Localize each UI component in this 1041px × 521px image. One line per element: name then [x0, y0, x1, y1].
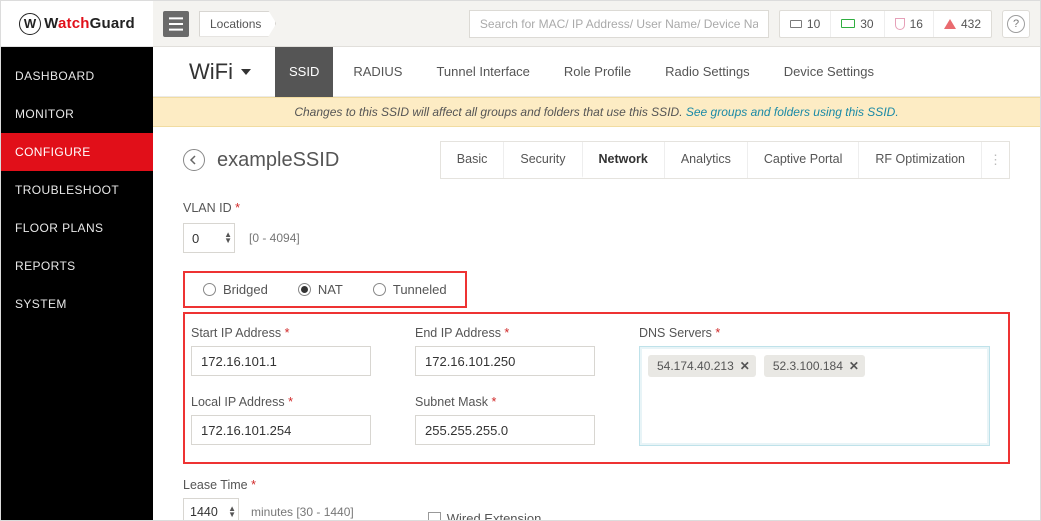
topbar: Locations 10 30 16 432 ?	[153, 1, 1040, 47]
menu-icon[interactable]	[163, 11, 189, 37]
banner-link[interactable]: See groups and folders using this SSID.	[686, 105, 899, 119]
local-ip-input[interactable]	[191, 415, 371, 445]
end-ip-input[interactable]	[415, 346, 595, 376]
client-icon	[841, 19, 855, 28]
checkbox-icon	[428, 512, 441, 520]
back-button[interactable]	[183, 149, 205, 171]
subnet-label: Subnet Mask *	[415, 395, 625, 409]
tab-security[interactable]: Security	[503, 142, 581, 178]
logo-icon: W	[19, 13, 41, 35]
start-ip-label: Start IP Address *	[191, 326, 401, 340]
section-title[interactable]: WiFi	[189, 59, 251, 85]
stat-shield[interactable]: 16	[884, 11, 933, 37]
dns-label: DNS Servers *	[639, 326, 990, 340]
device-stats: 10 30 16 432	[779, 10, 992, 38]
vlan-input[interactable]: 0 ▲▼	[183, 223, 235, 253]
lease-label: Lease Time *	[183, 478, 354, 492]
ssid-tabs: Basic Security Network Analytics Captive…	[440, 141, 1010, 179]
page-title: exampleSSID	[217, 149, 339, 172]
tab-network[interactable]: Network	[582, 142, 664, 178]
ap-icon	[790, 20, 802, 28]
radio-bridged[interactable]: Bridged	[203, 282, 268, 297]
subtab-radius[interactable]: RADIUS	[339, 47, 416, 97]
dns-chip: 54.174.40.213✕	[648, 355, 756, 377]
subtab-tunnel[interactable]: Tunnel Interface	[422, 47, 543, 97]
sidebar: W WatchGuard DASHBOARD MONITOR CONFIGURE…	[1, 1, 153, 520]
radio-tunneled[interactable]: Tunneled	[373, 282, 447, 297]
nat-settings-group: Start IP Address * End IP Address * DNS …	[183, 312, 1010, 464]
remove-icon[interactable]: ✕	[849, 359, 859, 373]
remove-icon[interactable]: ✕	[740, 359, 750, 373]
search-box	[469, 10, 769, 38]
section-bar: WiFi SSID RADIUS Tunnel Interface Role P…	[153, 47, 1040, 97]
lease-input[interactable]: 1440 ▲▼	[183, 498, 239, 520]
tab-analytics[interactable]: Analytics	[664, 142, 747, 178]
page-header: exampleSSID Basic Security Network Analy…	[183, 141, 1010, 179]
tab-more[interactable]: ⋮	[981, 142, 1009, 178]
stat-aps[interactable]: 10	[780, 11, 830, 37]
help-icon: ?	[1007, 15, 1025, 33]
main: Locations 10 30 16 432 ? WiFi SSID RADIU…	[153, 1, 1040, 520]
sidebar-nav: DASHBOARD MONITOR CONFIGURE TROUBLESHOOT…	[1, 47, 153, 323]
help-button[interactable]: ?	[1002, 10, 1030, 38]
tab-rfoptimization[interactable]: RF Optimization	[858, 142, 981, 178]
info-banner: Changes to this SSID will affect all gro…	[153, 97, 1040, 127]
stat-clients[interactable]: 30	[830, 11, 883, 37]
dns-input[interactable]: 54.174.40.213✕ 52.3.100.184✕	[639, 346, 990, 446]
end-ip-label: End IP Address *	[415, 326, 625, 340]
start-ip-input[interactable]	[191, 346, 371, 376]
logo: W WatchGuard	[1, 1, 153, 47]
tab-basic[interactable]: Basic	[441, 142, 504, 178]
lease-row: Lease Time * 1440 ▲▼ minutes [30 - 1440]…	[183, 478, 1010, 520]
arrow-left-icon	[189, 155, 199, 165]
wired-extension-checkbox[interactable]: Wired Extension	[428, 511, 542, 520]
nat-mode-group: Bridged NAT Tunneled	[183, 271, 467, 308]
search-input[interactable]	[469, 10, 769, 38]
sidebar-item-configure[interactable]: CONFIGURE	[1, 133, 153, 171]
stat-alerts[interactable]: 432	[933, 11, 991, 37]
alert-icon	[944, 19, 956, 29]
content: exampleSSID Basic Security Network Analy…	[153, 127, 1040, 520]
sidebar-item-troubleshoot[interactable]: TROUBLESHOOT	[1, 171, 153, 209]
lease-hint: minutes [30 - 1440]	[251, 505, 354, 519]
dns-chip: 52.3.100.184✕	[764, 355, 865, 377]
subtab-device[interactable]: Device Settings	[770, 47, 888, 97]
app-root: W WatchGuard DASHBOARD MONITOR CONFIGURE…	[0, 0, 1041, 521]
local-ip-label: Local IP Address *	[191, 395, 401, 409]
vlan-label: VLAN ID *	[183, 201, 1010, 215]
sidebar-item-monitor[interactable]: MONITOR	[1, 95, 153, 133]
subnet-input[interactable]	[415, 415, 595, 445]
lease-stepper[interactable]: ▲▼	[228, 506, 236, 518]
subtab-ssid[interactable]: SSID	[275, 47, 333, 97]
vlan-stepper[interactable]: ▲▼	[224, 232, 232, 244]
subtab-roleprofile[interactable]: Role Profile	[550, 47, 645, 97]
sidebar-item-floorplans[interactable]: FLOOR PLANS	[1, 209, 153, 247]
breadcrumb[interactable]: Locations	[199, 11, 276, 37]
tab-captiveportal[interactable]: Captive Portal	[747, 142, 859, 178]
shield-icon	[895, 18, 905, 30]
sidebar-item-dashboard[interactable]: DASHBOARD	[1, 57, 153, 95]
chevron-down-icon	[241, 69, 251, 75]
radio-nat[interactable]: NAT	[298, 282, 343, 297]
vlan-hint: [0 - 4094]	[249, 231, 300, 245]
sidebar-item-system[interactable]: SYSTEM	[1, 285, 153, 323]
sidebar-item-reports[interactable]: REPORTS	[1, 247, 153, 285]
subtab-radio[interactable]: Radio Settings	[651, 47, 764, 97]
